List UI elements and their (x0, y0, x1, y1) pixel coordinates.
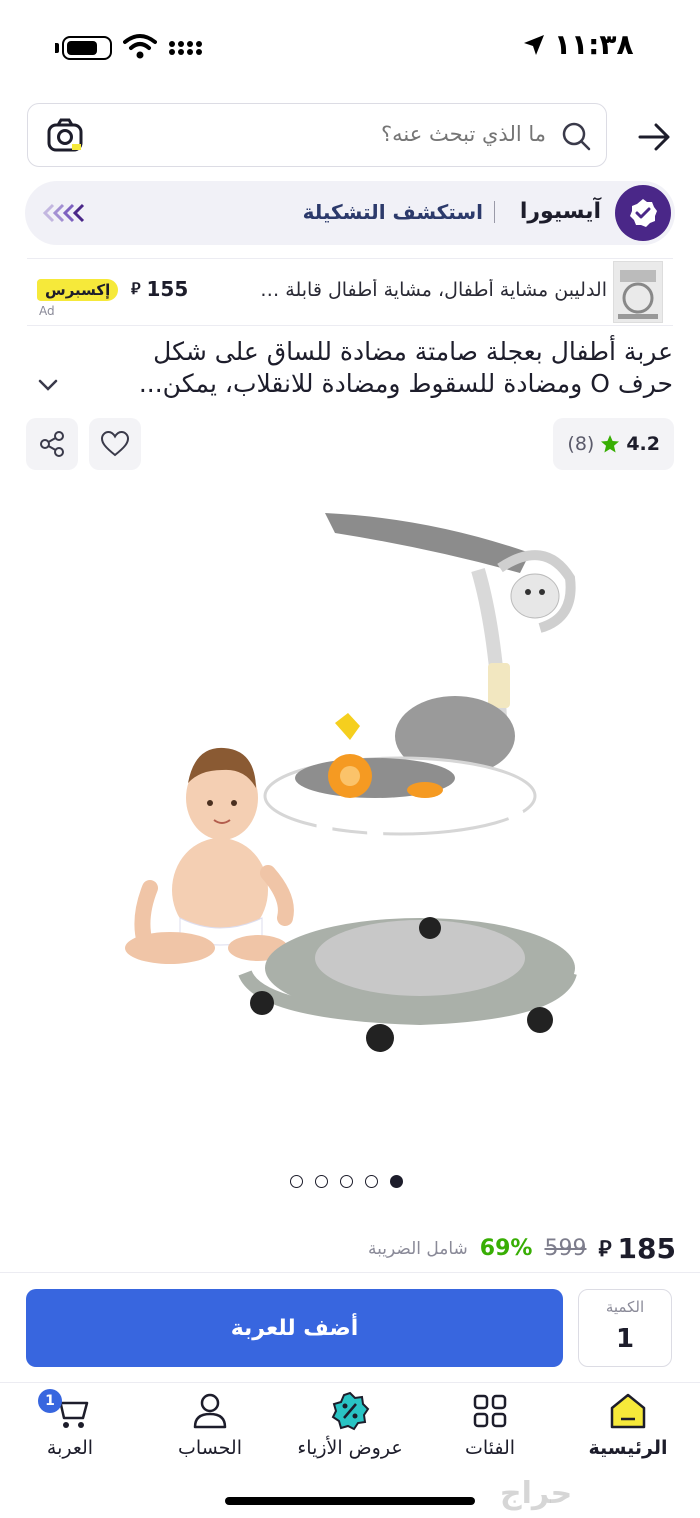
ad-label: Ad (39, 304, 55, 318)
discount-badge-icon (331, 1391, 370, 1431)
cart-count-badge: 1 (38, 1389, 62, 1413)
brand-bar[interactable]: آيسيورا استكشف التشكيلة (25, 181, 675, 245)
carousel-dot[interactable] (365, 1175, 378, 1188)
image-carousel-dots[interactable] (290, 1175, 403, 1188)
ad-price-value: 155 (146, 277, 189, 301)
price-row: 185 ⃁ 599 69% شامل الضريبة (368, 1232, 676, 1265)
nav-cart[interactable]: 1 العربة (10, 1389, 130, 1459)
product-image[interactable] (0, 478, 700, 1158)
nav-account[interactable]: الحساب (150, 1391, 270, 1459)
clock-text: ١١:٣٨ (554, 28, 634, 61)
brand-separator (493, 201, 495, 223)
bottom-nav: الرئيسية الفئات عروض الأزياء الحساب 1 ال… (0, 1382, 700, 1472)
baby-illustration (125, 747, 294, 964)
riyal-icon: ⃁ (131, 279, 141, 298)
user-icon (193, 1393, 227, 1429)
baby-walker-illustration (238, 513, 577, 1052)
search-bar[interactable] (27, 103, 607, 167)
product-title: عربة أطفال بعجلة صامتة مضادة للساق على ش… (73, 336, 673, 400)
grid-icon (473, 1394, 507, 1428)
battery-tip (55, 43, 59, 53)
carousel-dot[interactable] (340, 1175, 353, 1188)
heart-icon (100, 430, 130, 457)
nav-cart-label: العربة (46, 1437, 94, 1459)
signal-icon (169, 41, 202, 55)
brand-name[interactable]: آيسيورا (520, 199, 601, 224)
tax-note: شامل الضريبة (367, 1238, 468, 1259)
nav-fashion-deals[interactable]: عروض الأزياء (290, 1391, 410, 1459)
nav-home[interactable]: الرئيسية (568, 1391, 688, 1459)
rating-value: 4.2 (626, 433, 660, 455)
brand-verified-badge (615, 185, 671, 241)
share-icon (40, 431, 64, 457)
carousel-dot[interactable] (315, 1175, 328, 1188)
rating-badge[interactable]: (8) 4.2 (553, 418, 674, 470)
wishlist-button[interactable] (89, 418, 141, 470)
rating-count: (8) (567, 433, 595, 455)
ad-product-name: الدليبن مشاية أطفال، مشاية أطفال قابلة ل… (257, 279, 607, 301)
current-price-value: 185 (617, 1232, 676, 1265)
nav-categories-label: الفئات (464, 1437, 516, 1459)
quantity-selector[interactable]: الكمية 1 (578, 1289, 672, 1367)
search-input[interactable] (146, 122, 546, 146)
explore-collection-link[interactable]: استكشف التشكيلة (303, 200, 483, 224)
home-icon (610, 1393, 646, 1429)
old-price: 599 (544, 1236, 587, 1261)
location-arrow-icon (524, 34, 544, 55)
clock: ١١:٣٨ (522, 28, 634, 61)
verified-check-icon (630, 199, 657, 227)
nav-home-label: الرئيسية (588, 1437, 668, 1459)
quantity-value: 1 (615, 1324, 635, 1354)
product-title-line-1: عربة أطفال بعجلة صامتة مضادة للساق على ش… (153, 337, 673, 366)
back-arrow-icon[interactable] (634, 117, 674, 157)
home-indicator[interactable] (225, 1497, 475, 1505)
carousel-dot-active[interactable] (390, 1175, 403, 1188)
nav-categories[interactable]: الفئات (430, 1391, 550, 1459)
status-bar: ١١:٣٨ (0, 0, 700, 95)
nav-account-label: الحساب (178, 1437, 242, 1459)
sponsored-ad[interactable]: الدليبن مشاية أطفال، مشاية أطفال قابلة ل… (27, 258, 673, 326)
battery-icon (62, 36, 112, 60)
express-badge: إكسبرس (37, 279, 119, 301)
quantity-label: الكمية (605, 1298, 645, 1316)
ad-price: ⃁ 155 (131, 277, 188, 301)
discount-percent: 69% (479, 1236, 533, 1261)
search-icon (562, 122, 591, 151)
add-to-cart-button[interactable]: أضف للعربة (26, 1289, 563, 1367)
chevron-down-icon[interactable] (38, 378, 58, 392)
chevrons-left-icon (43, 203, 85, 223)
current-price: 185 ⃁ (598, 1232, 676, 1265)
ad-thumbnail (613, 261, 663, 323)
wifi-icon (123, 34, 157, 59)
product-title-line-2: حرف O ومضادة للسقوط ومضادة للانقلاب، يمك… (138, 369, 673, 398)
camera-search-icon[interactable] (46, 118, 84, 154)
purchase-panel: أضف للعربة الكمية 1 (0, 1272, 700, 1380)
watermark: حراج (500, 1476, 573, 1511)
carousel-dot[interactable] (290, 1175, 303, 1188)
star-icon (601, 435, 620, 453)
nav-fashion-label: عروض الأزياء (297, 1437, 403, 1459)
riyal-icon: ⃁ (598, 1236, 612, 1262)
share-button[interactable] (26, 418, 78, 470)
